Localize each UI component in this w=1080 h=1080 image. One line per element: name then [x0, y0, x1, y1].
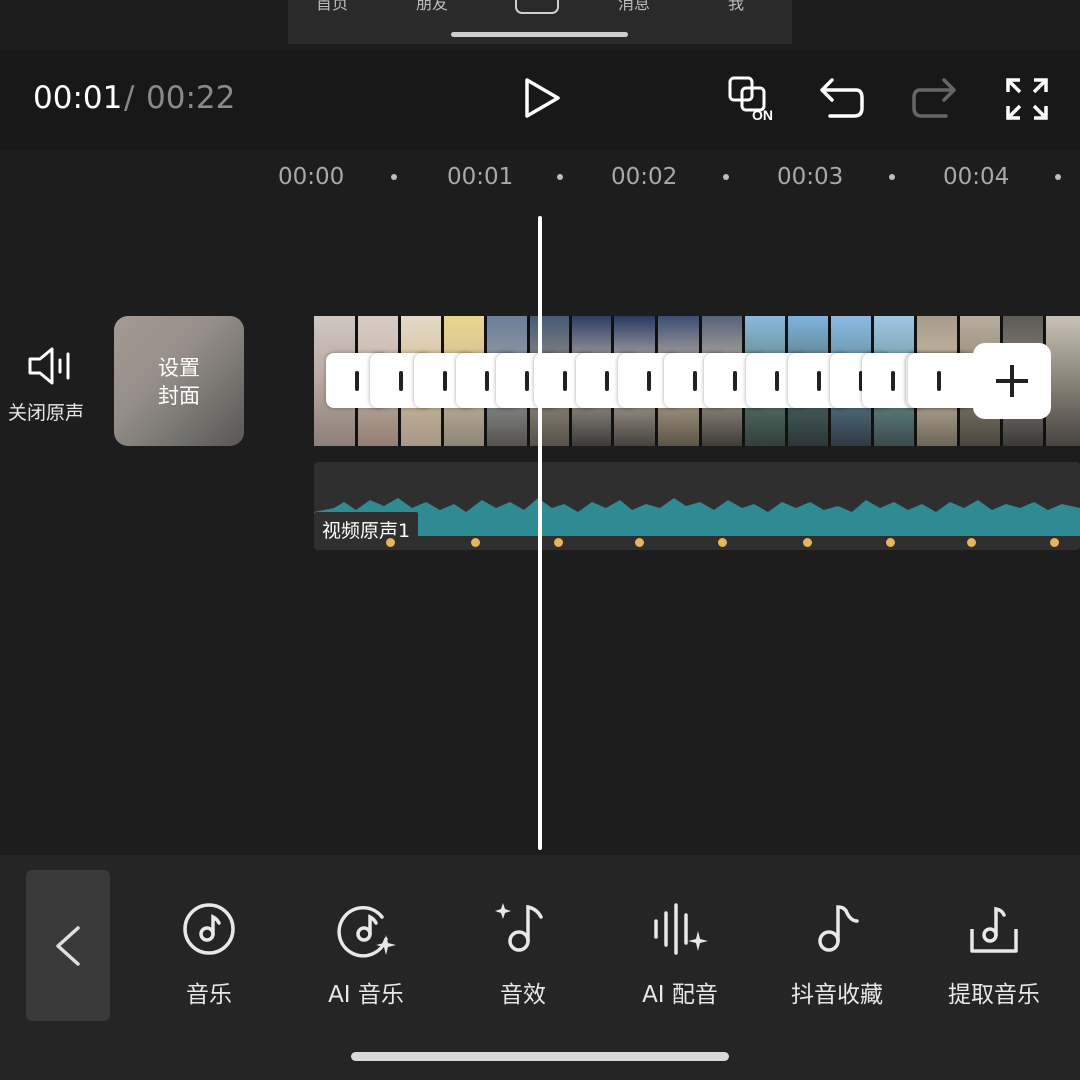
play-icon[interactable]: [518, 74, 566, 122]
audio-waveform: [314, 498, 1080, 536]
ai-dubbing-button[interactable]: AI 配音: [610, 895, 750, 1025]
chevron-left-icon: [56, 926, 80, 966]
top-nav-strip: 首页 朋友 消息 我: [288, 0, 792, 44]
mute-original-label[interactable]: 关闭原声: [8, 398, 84, 425]
douyin-favorites-label: 抖音收藏: [791, 982, 883, 1008]
clip-cut-markers: [326, 353, 980, 408]
sound-effect-icon: [495, 903, 543, 952]
ruler-tick-2: 00:02: [611, 164, 678, 190]
cover-label: 设置 封面: [158, 356, 200, 408]
ruler-dot: [557, 174, 563, 180]
ai-music-label: AI 音乐: [328, 982, 404, 1008]
ruler-tick-1: 00:01: [447, 164, 514, 190]
svg-text:ON: ON: [752, 107, 773, 123]
ai-dubbing-label: AI 配音: [642, 982, 718, 1008]
redo-icon[interactable]: [910, 74, 960, 122]
ai-music-icon: [337, 906, 396, 958]
sound-effect-button[interactable]: 音效: [453, 895, 593, 1025]
extract-music-button[interactable]: 提取音乐: [924, 895, 1064, 1025]
beat-marker: [386, 538, 395, 547]
nav-create-icon[interactable]: [515, 0, 559, 14]
back-button[interactable]: [26, 870, 110, 1021]
music-button[interactable]: 音乐: [139, 895, 279, 1025]
ruler-tick-3: 00:03: [777, 164, 844, 190]
beat-marker: [471, 538, 480, 547]
set-cover-button[interactable]: 设置 封面: [114, 316, 244, 446]
video-frame: [1046, 316, 1080, 446]
sound-effect-label: 音效: [500, 982, 546, 1008]
music-disc-icon: [183, 903, 235, 955]
beat-marker: [554, 538, 563, 547]
home-indicator[interactable]: [351, 1052, 729, 1061]
music-label: 音乐: [186, 982, 232, 1008]
current-time: 00:01: [33, 80, 123, 116]
total-time: 00:22: [146, 80, 236, 116]
speaker-icon[interactable]: [26, 344, 78, 388]
nav-messages[interactable]: 消息: [618, 0, 650, 14]
fullscreen-icon[interactable]: [1004, 76, 1050, 122]
undo-icon[interactable]: [816, 74, 866, 122]
ruler-dot: [1055, 174, 1061, 180]
beat-marker: [635, 538, 644, 547]
ruler-dot: [391, 174, 397, 180]
beat-marker: [967, 538, 976, 547]
ruler-tick-4: 00:04: [943, 164, 1010, 190]
nav-home[interactable]: 首页: [316, 0, 348, 14]
douyin-favorites-button[interactable]: 抖音收藏: [767, 895, 907, 1025]
nav-indicator: [451, 32, 628, 37]
extract-music-icon: [970, 906, 1018, 953]
original-sound-on-icon[interactable]: ON: [726, 74, 780, 124]
ai-music-button[interactable]: AI 音乐: [296, 895, 436, 1025]
add-clip-button[interactable]: [973, 343, 1051, 419]
ruler-tick-0: 00:00: [278, 164, 345, 190]
audio-track-label: 视频原声1: [314, 512, 419, 547]
ai-dubbing-icon: [654, 903, 708, 955]
nav-friends[interactable]: 朋友: [416, 0, 448, 14]
ruler-dot: [723, 174, 729, 180]
plus-icon-stroke: [1010, 365, 1014, 397]
original-audio-track[interactable]: [314, 462, 1080, 550]
ruler-dot: [889, 174, 895, 180]
nav-me[interactable]: 我: [728, 0, 744, 14]
douyin-favorites-icon: [818, 905, 859, 952]
clip-transition-button[interactable]: [908, 353, 980, 408]
beat-marker: [803, 538, 812, 547]
beat-marker: [1050, 538, 1059, 547]
beat-marker: [886, 538, 895, 547]
playhead[interactable]: [538, 216, 542, 850]
extract-music-label: 提取音乐: [948, 982, 1040, 1008]
time-separator: /: [124, 80, 135, 116]
beat-marker: [718, 538, 727, 547]
